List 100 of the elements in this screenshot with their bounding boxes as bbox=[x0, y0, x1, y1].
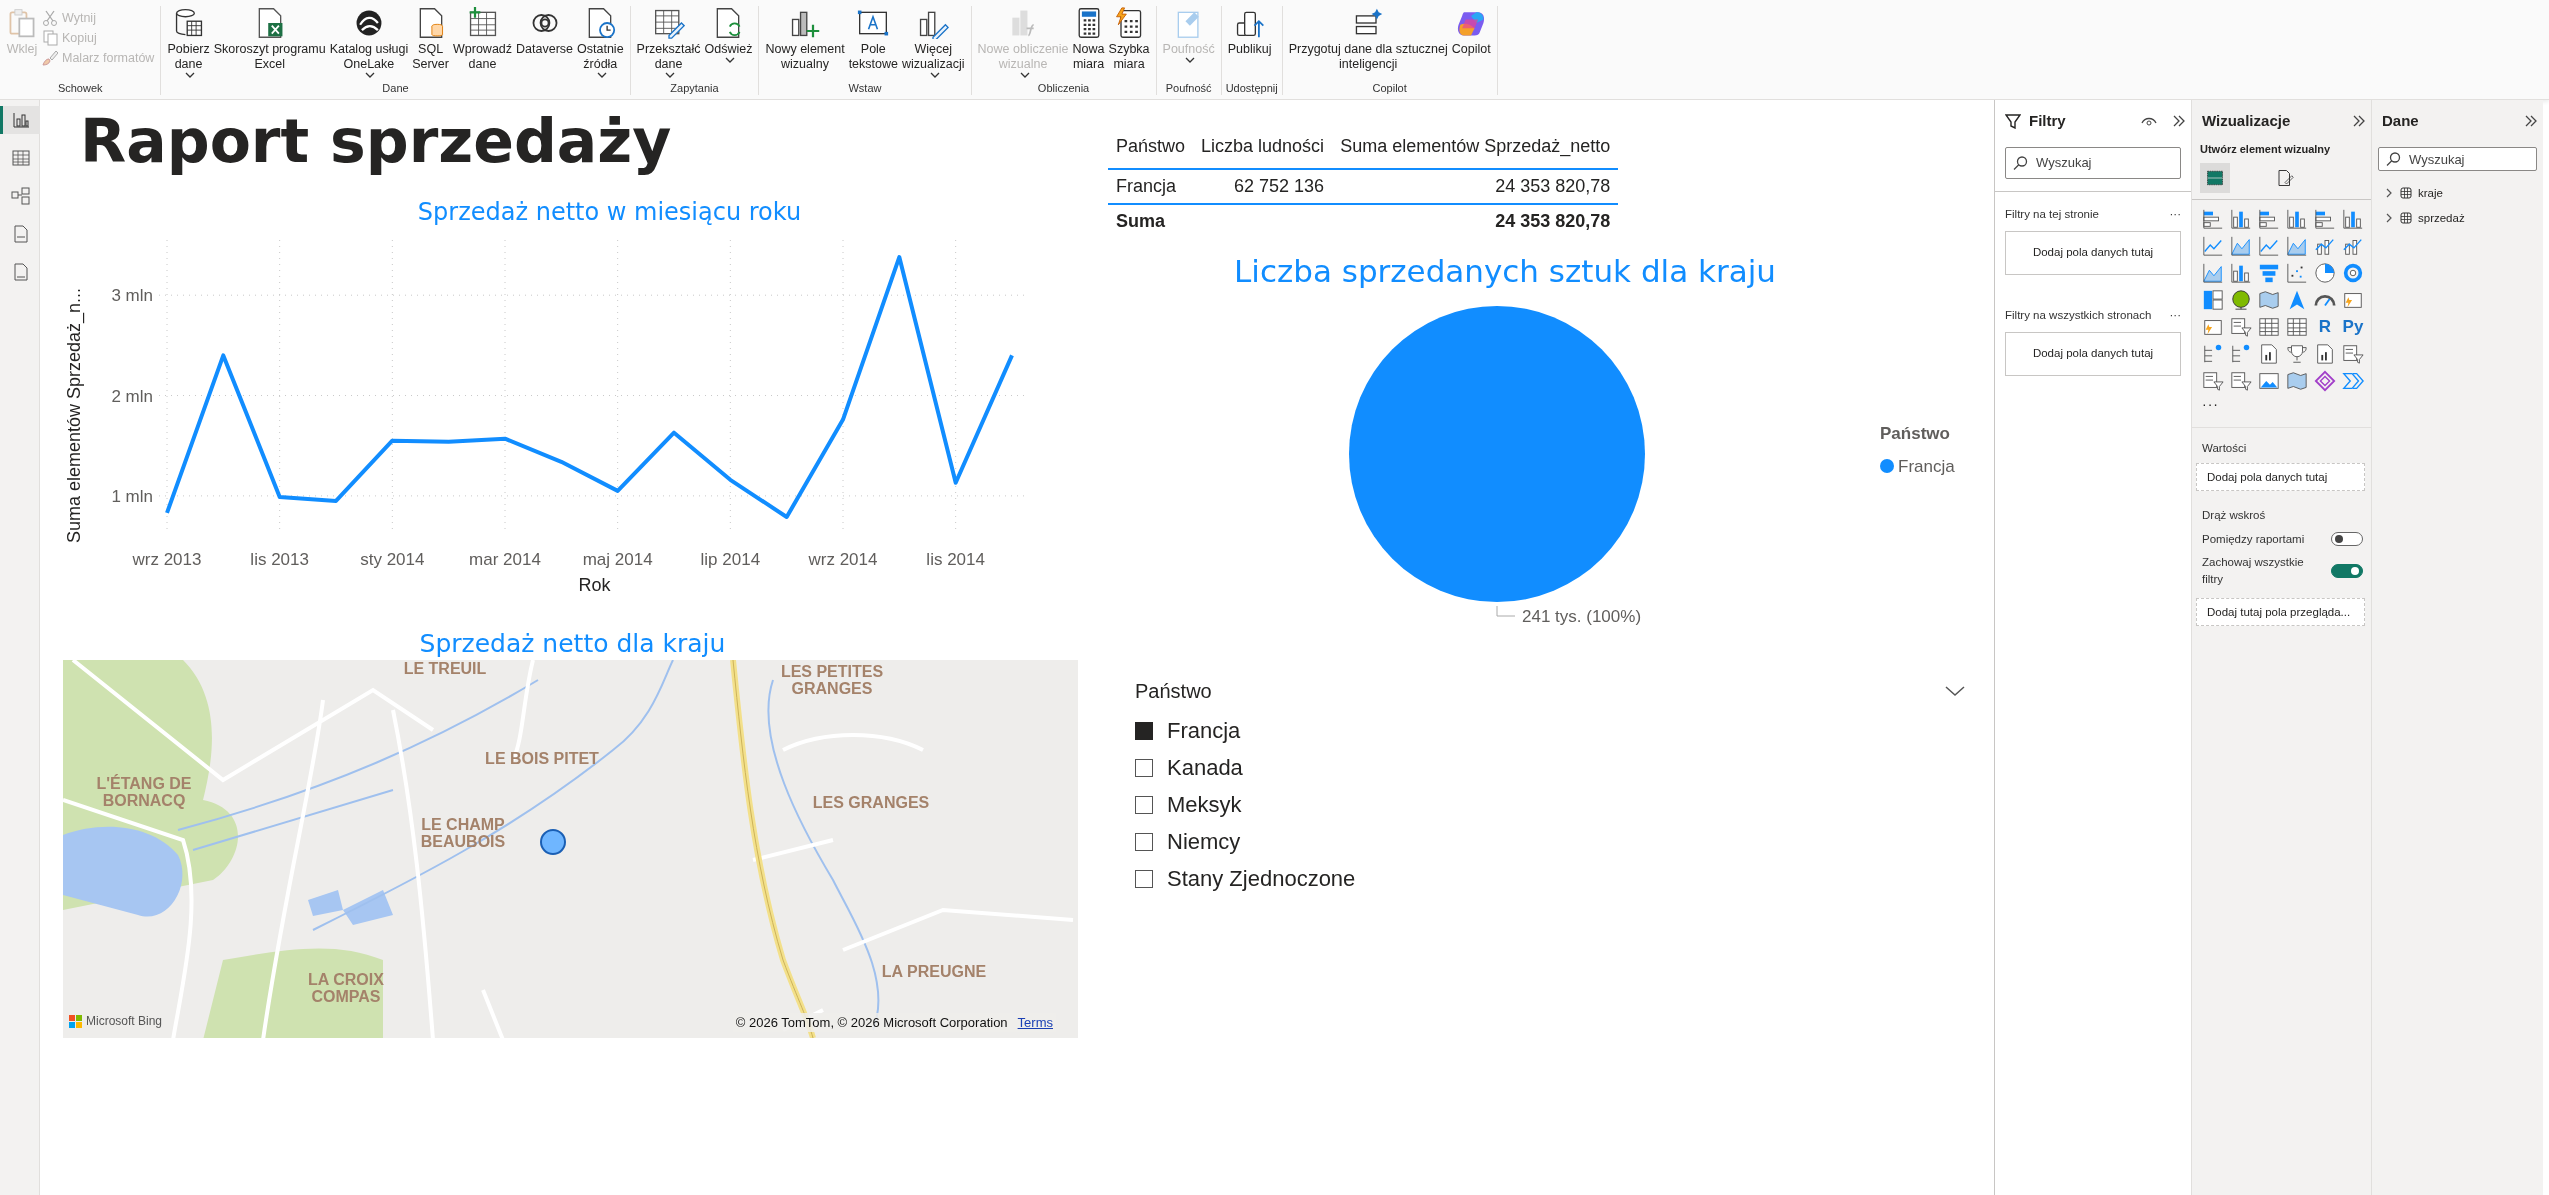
terms-link[interactable]: Terms bbox=[1017, 1012, 1053, 1032]
ribbon-button[interactable]: Odśwież bbox=[702, 6, 755, 65]
table-icon[interactable] bbox=[2258, 316, 2280, 338]
column-chart-icon[interactable] bbox=[2342, 208, 2364, 230]
search-field[interactable]: Wyszukaj bbox=[2005, 146, 2181, 179]
chevron-right-icon[interactable] bbox=[2384, 188, 2394, 199]
pane-title: Wizualizacje bbox=[2202, 111, 2291, 131]
tab[interactable] bbox=[2200, 163, 2230, 193]
checkbox[interactable] bbox=[1135, 833, 1153, 851]
ribbon-button[interactable]: Przekształć dane bbox=[634, 6, 703, 80]
ribbon-button[interactable]: Copilot bbox=[1449, 6, 1493, 58]
document-chart-icon[interactable] bbox=[2314, 343, 2336, 365]
map-icon[interactable] bbox=[2286, 370, 2308, 392]
more-visuals-button[interactable]: ··· bbox=[2192, 392, 2371, 415]
column-chart-icon[interactable] bbox=[2286, 208, 2308, 230]
bar-chart-icon[interactable] bbox=[2258, 208, 2280, 230]
ribbon-button[interactable]: Przygotuj dane dla sztucznej inteligencji bbox=[1286, 6, 1450, 73]
slicer-item-label[interactable]: Meksyk bbox=[1167, 792, 1242, 818]
chevron-down-icon[interactable] bbox=[1945, 685, 1965, 697]
tree-icon[interactable] bbox=[2230, 343, 2252, 365]
brush-icon bbox=[42, 50, 58, 66]
chevron-down-icon bbox=[596, 72, 607, 79]
chevrons-icon[interactable] bbox=[2342, 370, 2364, 392]
drop-zone[interactable]: Dodaj pola danych tutaj bbox=[2005, 332, 2181, 376]
map-bubble[interactable] bbox=[540, 829, 566, 855]
slicer-icon[interactable] bbox=[2230, 316, 2252, 338]
ribbon-button[interactable]: Nowy element wizualny bbox=[763, 6, 847, 73]
collapse-icon[interactable] bbox=[2353, 115, 2365, 128]
ribbon-button[interactable]: Nowa miara bbox=[1070, 6, 1107, 73]
scatter-chart-icon[interactable] bbox=[2286, 262, 2308, 284]
document-chart-icon[interactable] bbox=[2258, 343, 2280, 365]
toggle-switch[interactable] bbox=[2331, 564, 2363, 578]
axis-tick-label: wrz 2013 bbox=[132, 550, 202, 569]
column-chart-icon[interactable] bbox=[2230, 208, 2252, 230]
table-icon[interactable] bbox=[2286, 316, 2308, 338]
field-well-label: Wartości bbox=[2192, 427, 2371, 458]
ribbon-button[interactable]: Pobierz dane bbox=[165, 6, 212, 80]
search-field[interactable]: Wyszukaj bbox=[2378, 147, 2537, 171]
ribbon-button[interactable]: Katalog usługi OneLake bbox=[327, 6, 411, 80]
ribbon-button[interactable]: SQL Server bbox=[410, 6, 451, 73]
ribbon-button[interactable]: Ostatnie źródła bbox=[575, 6, 626, 80]
slicer-item-label[interactable]: Niemcy bbox=[1167, 829, 1241, 855]
ribbon-button[interactable]: Wprowadź dane bbox=[451, 6, 515, 73]
map-icon[interactable] bbox=[2258, 289, 2280, 311]
trophy-icon[interactable] bbox=[2286, 343, 2308, 365]
checkbox[interactable] bbox=[1135, 796, 1153, 814]
area-chart-icon[interactable] bbox=[2286, 235, 2308, 257]
diamond-shapes-icon[interactable] bbox=[2314, 370, 2336, 392]
ribbon-button[interactable]: Szybka miara bbox=[1106, 6, 1152, 73]
checkbox[interactable] bbox=[1135, 870, 1153, 888]
toggle-label: Pomiędzy raportami bbox=[2202, 531, 2305, 547]
donut-chart-icon[interactable] bbox=[2342, 262, 2364, 284]
table-name[interactable]: sprzedaż bbox=[2418, 209, 2465, 227]
drop-zone[interactable]: Dodaj pola danych tutaj bbox=[2005, 230, 2181, 275]
toggle-switch[interactable] bbox=[2331, 532, 2363, 547]
collapse-icon[interactable] bbox=[2525, 115, 2537, 128]
slicer-icon[interactable] bbox=[2202, 370, 2224, 392]
collapse-icon[interactable] bbox=[2173, 115, 2185, 128]
eye-icon[interactable] bbox=[2141, 115, 2157, 128]
slicer-icon[interactable] bbox=[2342, 343, 2364, 365]
line-chart-icon[interactable] bbox=[2258, 235, 2280, 257]
treemap-icon[interactable] bbox=[2202, 289, 2224, 311]
globe-icon[interactable] bbox=[2230, 289, 2252, 311]
data-label: 241 tys. (100%) bbox=[1522, 607, 1642, 626]
bar-chart-icon[interactable] bbox=[2314, 208, 2336, 230]
bar-chart-icon[interactable] bbox=[2202, 208, 2224, 230]
checkbox[interactable] bbox=[1135, 722, 1153, 740]
table-name[interactable]: kraje bbox=[2418, 184, 2443, 202]
visual-type-button[interactable]: Py bbox=[2342, 316, 2364, 338]
column-header: Państwo bbox=[1108, 127, 1194, 169]
area-chart-icon[interactable] bbox=[2202, 262, 2224, 284]
ribbon-button[interactable]: Pole tekstowe bbox=[846, 6, 900, 73]
drop-zone[interactable]: Dodaj tutaj pola przegląda... bbox=[2196, 598, 2365, 627]
view-button[interactable] bbox=[0, 106, 40, 134]
slicer-item-label[interactable]: Kanada bbox=[1167, 755, 1243, 781]
slicer-item-label[interactable]: Francja bbox=[1167, 718, 1241, 744]
ribbon-button[interactable]: Dataverse bbox=[514, 6, 576, 58]
column-header: Suma elementów Sprzedaż_netto bbox=[1332, 127, 1619, 169]
visual-type-button[interactable]: R bbox=[2314, 316, 2336, 338]
funnel-chart-icon[interactable] bbox=[2258, 262, 2280, 284]
total-cell: Suma bbox=[1108, 204, 1194, 238]
column-chart-icon[interactable] bbox=[2230, 262, 2252, 284]
checkbox[interactable] bbox=[1135, 759, 1153, 777]
more-options-button[interactable]: ··· bbox=[2169, 306, 2181, 324]
more-options-button[interactable]: ··· bbox=[2169, 205, 2181, 223]
tree-icon[interactable] bbox=[2202, 343, 2224, 365]
ribbon-button[interactable]: Publikuj bbox=[1225, 6, 1274, 58]
slicer-item-label[interactable]: Stany Zjednoczone bbox=[1167, 866, 1356, 892]
legend-label[interactable]: Francja bbox=[1898, 457, 1955, 476]
ribbon-button[interactable]: Więcej wizualizacji bbox=[900, 6, 967, 80]
ribbon-button[interactable]: Skoroszyt programu Excel bbox=[211, 6, 328, 73]
section-heading: Utwórz element wizualny bbox=[2199, 141, 2332, 157]
slicer-icon[interactable] bbox=[2230, 370, 2252, 392]
area-chart-icon[interactable] bbox=[2230, 235, 2252, 257]
line-chart-icon[interactable] bbox=[2202, 235, 2224, 257]
image-icon[interactable] bbox=[2258, 370, 2280, 392]
pie-slice[interactable] bbox=[1349, 306, 1645, 602]
pie-chart-icon[interactable] bbox=[2314, 262, 2336, 284]
chevron-right-icon[interactable] bbox=[2384, 213, 2394, 224]
drop-zone[interactable]: Dodaj pola danych tutaj bbox=[2196, 463, 2365, 492]
